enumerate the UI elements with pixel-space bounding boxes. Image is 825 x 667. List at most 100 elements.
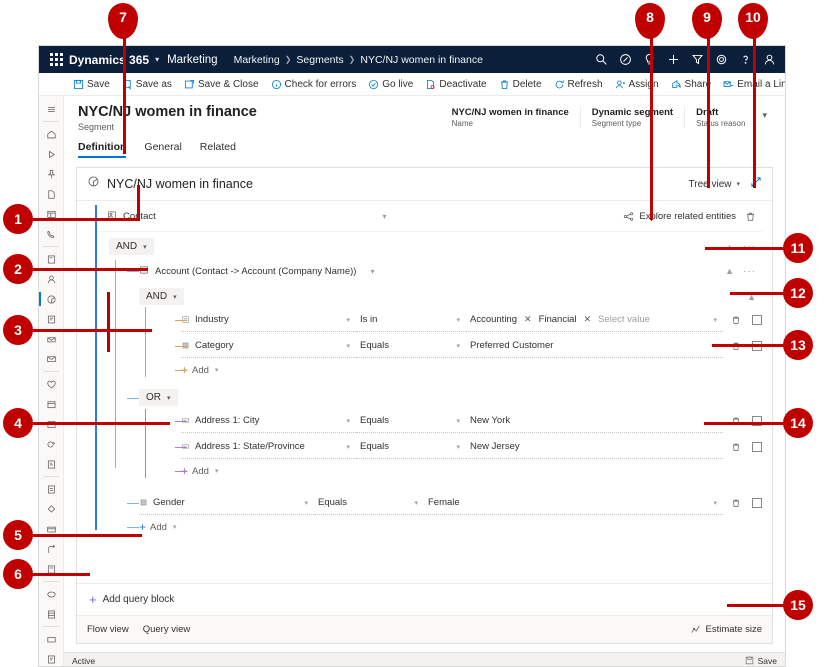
chevron-down-icon[interactable]: ▾	[756, 107, 771, 121]
root-entity-row[interactable]: Contact ▾ Explore related entities	[97, 201, 762, 233]
breadcrumb-item-1[interactable]: Segments	[296, 54, 343, 66]
sidebar-item-leads[interactable]	[41, 499, 62, 519]
condition-checkbox[interactable]	[752, 315, 762, 326]
condition-field-industry[interactable]: Industry ▾	[181, 308, 356, 333]
lightbulb-icon[interactable]	[637, 46, 661, 73]
email-a-link-button[interactable]: Email a Link	[717, 73, 785, 96]
condition-operator-gender[interactable]: Equals ▾	[314, 491, 424, 516]
sidebar-item-phone[interactable]	[41, 224, 62, 244]
sidebar-item-templates[interactable]	[41, 584, 62, 604]
remove-token-icon[interactable]: ✕	[521, 314, 535, 325]
tab-related[interactable]: Related	[200, 139, 244, 158]
sidebar-item-message[interactable]	[41, 349, 62, 369]
group-operator-and-2[interactable]: AND ▾	[139, 288, 184, 306]
condition-field-state[interactable]: Address 1: State/Province ▾	[181, 435, 356, 460]
sidebar-item-flows[interactable]	[41, 539, 62, 559]
filter-icon[interactable]	[685, 46, 709, 73]
trash-icon[interactable]	[745, 211, 756, 222]
sidebar-item-marketing-pages[interactable]	[41, 434, 62, 454]
trash-icon[interactable]	[731, 315, 741, 325]
condition-operator-state[interactable]: Equals ▾	[356, 435, 466, 460]
sidebar-item-home[interactable]	[41, 124, 62, 144]
condition-operator-industry[interactable]: Is in ▾	[356, 308, 466, 333]
sidebar-item-assets[interactable]	[41, 604, 62, 624]
main-content: NYC/NJ women in finance Segment NYC/NJ w…	[64, 96, 785, 666]
remove-token-icon[interactable]: ✕	[581, 314, 595, 325]
sidebar-item-events[interactable]	[41, 394, 62, 414]
sidebar-item-reports[interactable]	[41, 649, 62, 666]
chevron-down-icon[interactable]: ▾	[155, 55, 159, 64]
hamburger-icon[interactable]	[41, 99, 62, 119]
sidebar-item-dashboard[interactable]	[41, 204, 62, 224]
condition-value-gender[interactable]: Female ▾	[424, 491, 723, 516]
sidebar-item-recent[interactable]	[41, 144, 62, 164]
sidebar-item-library[interactable]	[41, 559, 62, 579]
add-condition-or[interactable]: + Add ▾	[139, 460, 762, 482]
explore-related-entities-button[interactable]: Explore related entities	[623, 211, 736, 222]
condition-field-category[interactable]: Category ▾	[181, 334, 356, 359]
condition-value-industry[interactable]: Accounting ✕ Financial ✕ Select value ▾	[466, 308, 723, 333]
condition-value-state[interactable]: New Jersey	[466, 435, 723, 460]
condition-value-city[interactable]: New York	[466, 409, 723, 434]
query-view-link[interactable]: Query view	[143, 624, 191, 635]
condition-row-state: Address 1: State/Province ▾ Equals ▾ New…	[139, 434, 762, 460]
assistant-icon[interactable]	[613, 46, 637, 73]
group-operator-or[interactable]: OR ▾	[139, 389, 178, 407]
estimate-size-button[interactable]: Estimate size	[690, 624, 762, 635]
add-condition-and-2[interactable]: + Add ▾	[139, 359, 762, 381]
sidebar-item-surveys[interactable]	[41, 479, 62, 499]
sidebar-item-contacts[interactable]	[41, 269, 62, 289]
condition-operator-category[interactable]: Equals ▾	[356, 334, 466, 359]
gear-icon[interactable]	[709, 46, 733, 73]
check-for-errors-button[interactable]: Check for errors	[265, 73, 363, 96]
assign-button[interactable]: Assign	[609, 73, 665, 96]
chevron-down-icon[interactable]: ▾	[383, 212, 397, 221]
delete-button[interactable]: Delete	[493, 73, 548, 96]
chevron-down-icon: ▾	[172, 524, 177, 532]
breadcrumb-item-0[interactable]: Marketing	[234, 54, 280, 66]
sidebar-item-email[interactable]	[41, 329, 62, 349]
condition-row-tools	[723, 498, 762, 509]
go-live-button[interactable]: Go live	[362, 73, 419, 96]
trash-icon[interactable]	[731, 442, 741, 452]
status-save-button[interactable]: Save	[745, 656, 777, 666]
app-launcher-icon[interactable]	[43, 53, 69, 66]
condition-operator-city[interactable]: Equals ▾	[356, 409, 466, 434]
sidebar-item-segments[interactable]	[39, 289, 62, 309]
sidebar-item-favorites[interactable]	[41, 374, 62, 394]
trash-icon[interactable]	[731, 498, 741, 508]
add-condition-and-1[interactable]: + Add ▾	[109, 516, 762, 538]
collapse-icon[interactable]: ▲	[725, 266, 734, 276]
deactivate-button[interactable]: Deactivate	[419, 73, 492, 96]
sidebar-item-forms[interactable]	[41, 454, 62, 474]
tab-general[interactable]: General	[144, 139, 189, 158]
condition-field-city[interactable]: Address 1: City ▾	[181, 409, 356, 434]
sidebar-item-activity[interactable]	[41, 249, 62, 269]
expand-icon[interactable]	[750, 175, 762, 193]
more-options-icon[interactable]: ···	[743, 266, 756, 277]
condition-value-category[interactable]: Preferred Customer ▾	[466, 334, 723, 359]
callout-badge-3: 3	[3, 315, 33, 345]
sidebar-item-pinned[interactable]	[41, 164, 62, 184]
condition-field-gender[interactable]: Gender ▾	[139, 491, 314, 516]
add-query-block-button[interactable]: + Add query block	[77, 583, 772, 615]
designer-footer: Flow view Query view Estimate size	[77, 615, 772, 643]
sidebar-item-customer-journey[interactable]	[41, 309, 62, 329]
condition-checkbox[interactable]	[752, 442, 762, 453]
plus-icon[interactable]	[661, 46, 685, 73]
callout-line-1	[30, 218, 140, 221]
chevron-down-icon[interactable]: ▾	[370, 267, 384, 276]
flow-view-link[interactable]: Flow view	[87, 624, 129, 635]
account-icon[interactable]	[757, 46, 781, 73]
search-icon[interactable]	[589, 46, 613, 73]
condition-checkbox[interactable]	[752, 498, 762, 509]
header-field-value: Dynamic segment	[591, 107, 674, 118]
refresh-button[interactable]: Refresh	[548, 73, 609, 96]
save-button[interactable]: Save	[67, 73, 116, 96]
group-operator-and-1[interactable]: AND ▾	[109, 238, 154, 256]
tree-view-selector[interactable]: Tree view ▾	[689, 179, 741, 190]
save-and-close-button[interactable]: Save & Close	[178, 73, 265, 96]
sidebar-item-page[interactable]	[41, 184, 62, 204]
header-field-name: NYC/NJ women in finance Name	[441, 107, 580, 128]
sidebar-item-insights[interactable]	[41, 629, 62, 649]
